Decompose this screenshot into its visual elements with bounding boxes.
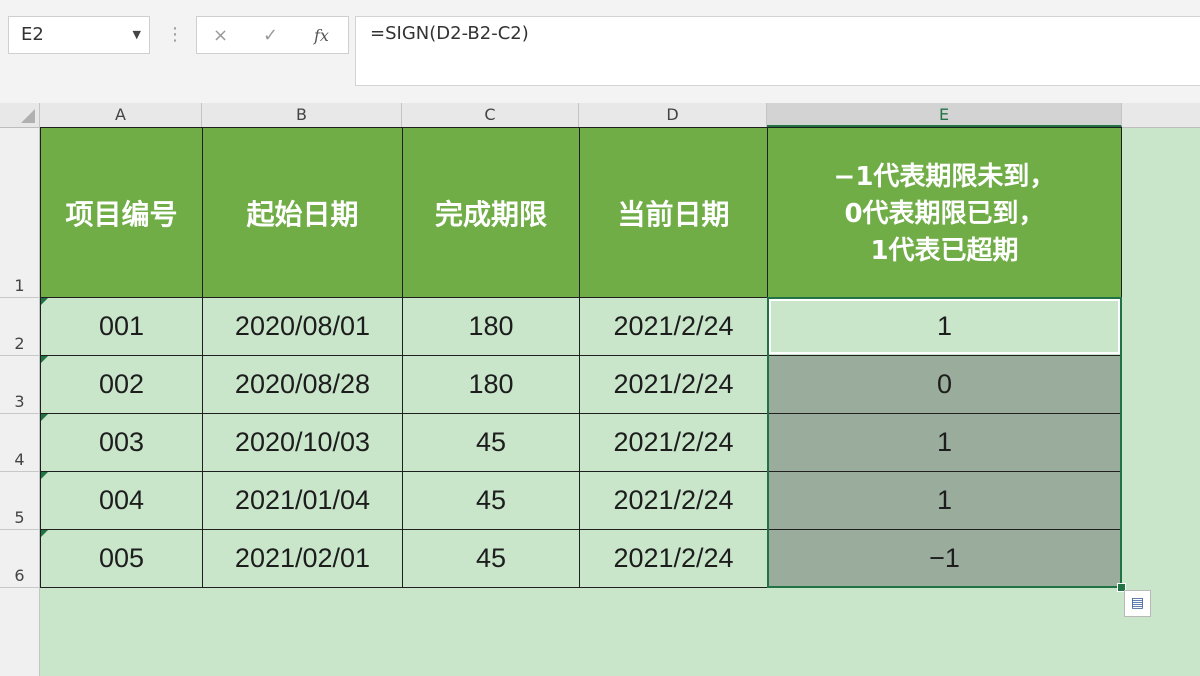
status-cell[interactable]: 1 xyxy=(767,413,1122,472)
error-indicator-icon[interactable] xyxy=(41,414,48,421)
row-headers: 1 2 3 4 5 6 xyxy=(0,128,40,588)
row-header-3[interactable]: 3 xyxy=(0,356,39,414)
deadline-cell[interactable]: 45 xyxy=(402,529,580,588)
current-date-cell[interactable]: 2021/2/24 xyxy=(579,297,768,356)
error-indicator-icon[interactable] xyxy=(41,356,48,363)
header-current-date[interactable]: 当前日期 xyxy=(579,127,768,298)
status-cell[interactable]: 0 xyxy=(767,355,1122,414)
status-cell[interactable]: −1 xyxy=(767,529,1122,588)
row-header-6[interactable]: 6 xyxy=(0,530,39,588)
current-date-cell[interactable]: 2021/2/24 xyxy=(579,355,768,414)
start-date-cell[interactable]: 2021/02/01 xyxy=(202,529,403,588)
check-icon[interactable]: ✓ xyxy=(263,25,278,46)
current-date-cell[interactable]: 2021/2/24 xyxy=(579,413,768,472)
row-header-2[interactable]: 2 xyxy=(0,298,39,356)
start-date-cell[interactable]: 2021/01/04 xyxy=(202,471,403,530)
column-header-b[interactable]: B xyxy=(202,103,402,127)
chevron-down-icon[interactable]: ▼ xyxy=(133,17,141,53)
header-deadline[interactable]: 完成期限 xyxy=(402,127,580,298)
status-cell[interactable]: 1 xyxy=(767,297,1122,356)
select-all-corner[interactable] xyxy=(0,103,40,128)
start-date-cell[interactable]: 2020/08/01 xyxy=(202,297,403,356)
row-header-blank xyxy=(0,588,40,676)
header-start-date[interactable]: 起始日期 xyxy=(202,127,403,298)
cancel-icon[interactable]: × xyxy=(213,25,228,46)
row-header-1[interactable]: 1 xyxy=(0,128,39,298)
start-date-cell[interactable]: 2020/08/28 xyxy=(202,355,403,414)
name-box-value: E2 xyxy=(21,24,44,45)
column-header-a[interactable]: A xyxy=(40,103,202,127)
status-cell[interactable]: 1 xyxy=(767,471,1122,530)
row-header-5[interactable]: 5 xyxy=(0,472,39,530)
deadline-cell[interactable]: 180 xyxy=(402,297,580,356)
project-id-cell[interactable]: 002 xyxy=(40,355,203,414)
formula-bar-area: E2 ▼ ⋮ × ✓ fx =SIGN(D2-B2-C2) xyxy=(0,0,1200,103)
project-id-cell[interactable]: 005 xyxy=(40,529,203,588)
current-date-cell[interactable]: 2021/2/24 xyxy=(579,529,768,588)
project-id-cell[interactable]: 003 xyxy=(40,413,203,472)
header-project-id[interactable]: 项目编号 xyxy=(40,127,203,298)
current-date-cell[interactable]: 2021/2/24 xyxy=(579,471,768,530)
row-header-4[interactable]: 4 xyxy=(0,414,39,472)
column-header-d[interactable]: D xyxy=(579,103,767,127)
quick-analysis-icon[interactable]: ▤ xyxy=(1124,590,1151,617)
column-header-e[interactable]: E xyxy=(767,103,1122,127)
deadline-cell[interactable]: 45 xyxy=(402,413,580,472)
name-box[interactable]: E2 ▼ xyxy=(8,16,150,54)
error-indicator-icon[interactable] xyxy=(41,472,48,479)
start-date-cell[interactable]: 2020/10/03 xyxy=(202,413,403,472)
project-id-cell[interactable]: 001 xyxy=(40,297,203,356)
column-headers: A B C D E xyxy=(40,103,1200,128)
formula-buttons: × ✓ fx xyxy=(196,16,349,54)
formula-input[interactable]: =SIGN(D2-B2-C2) xyxy=(355,16,1200,86)
project-id-cell[interactable]: 004 xyxy=(40,471,203,530)
deadline-cell[interactable]: 180 xyxy=(402,355,580,414)
column-header-f[interactable] xyxy=(1122,103,1200,127)
error-indicator-icon[interactable] xyxy=(41,530,48,537)
deadline-cell[interactable]: 45 xyxy=(402,471,580,530)
error-indicator-icon[interactable] xyxy=(41,298,48,305)
column-header-c[interactable]: C xyxy=(402,103,579,127)
header-status-legend[interactable]: −1代表期限未到， 0代表期限已到， 1代表已超期 xyxy=(767,127,1122,298)
more-options-icon[interactable]: ⋮ xyxy=(166,24,184,46)
insert-function-icon[interactable]: fx xyxy=(314,26,329,45)
